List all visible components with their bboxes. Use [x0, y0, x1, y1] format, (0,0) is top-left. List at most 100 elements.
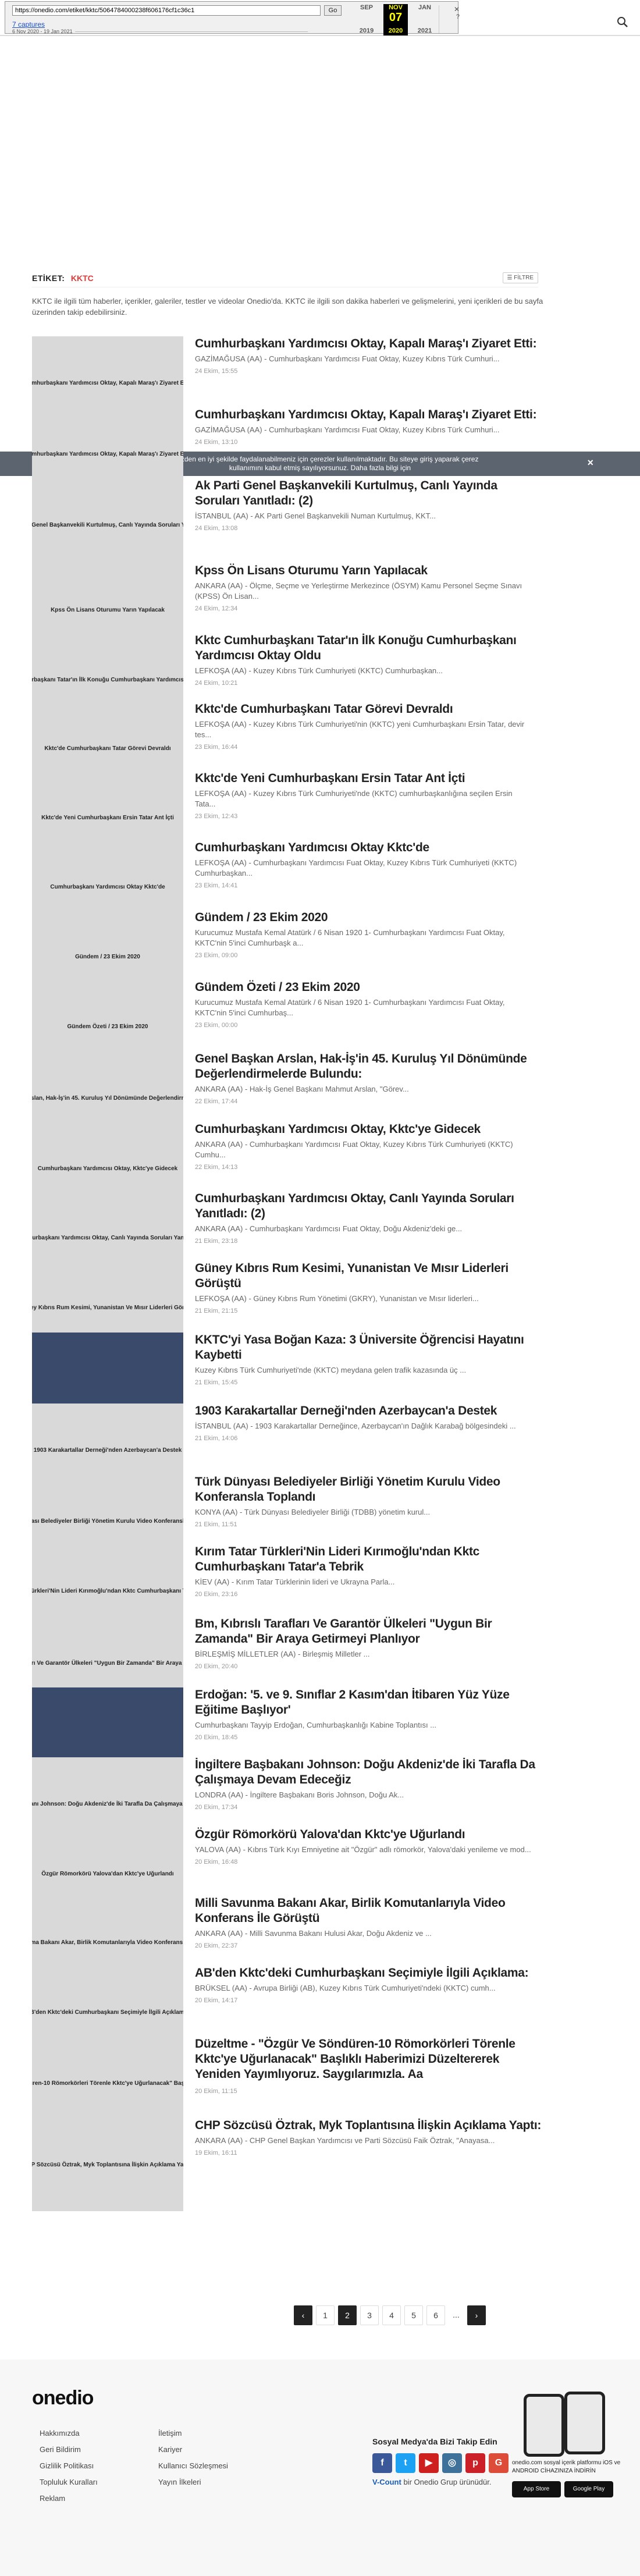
social-title: Sosyal Medya'da Bizi Takip Edin — [372, 2437, 497, 2446]
pagination-page-3[interactable]: 3 — [360, 2305, 379, 2325]
wayback-sparkline[interactable] — [75, 19, 308, 32]
article-summary: ANKARA (AA) - Hak-İş Genel Başkanı Mahmu… — [195, 1085, 409, 1093]
search-icon[interactable] — [617, 16, 628, 31]
article-title[interactable]: Türk Dünyası Belediyeler Birliği Yönetim… — [195, 1474, 544, 1505]
app-store-badge[interactable]: App Store — [512, 2481, 561, 2497]
article-title[interactable]: Milli Savunma Bakanı Akar, Birlik Komuta… — [195, 1896, 544, 1926]
article-summary: YALOVA (AA) - Kıbrıs Türk Kıyı Emniyetin… — [195, 1845, 531, 1854]
wayback-captures-link[interactable]: 7 captures — [12, 20, 45, 29]
wayback-month-next[interactable]: JAN — [413, 4, 437, 11]
article-title[interactable]: Cumhurbaşkanı Yardımcısı Oktay, Canlı Ya… — [195, 1191, 544, 1221]
article-title[interactable]: Cumhurbaşkanı Yardımcısı Oktay, Kapalı M… — [195, 336, 544, 351]
footer-link-editorial[interactable]: Yayın İlkeleri — [158, 2474, 228, 2490]
article-thumbnail[interactable]: CHP Sözcüsü Öztrak, Myk Toplantısına İli… — [32, 2118, 183, 2211]
article-title[interactable]: Erdoğan: '5. ve 9. Sınıflar 2 Kasım'dan … — [195, 1687, 544, 1718]
article-title[interactable]: 1903 Karakartallar Derneği'nden Azerbayc… — [195, 1404, 544, 1419]
article-title[interactable]: Bm, Kıbrıslı Tarafları Ve Garantör Ülkel… — [195, 1616, 544, 1647]
article-title[interactable]: Kktc'de Yeni Cumhurbaşkanı Ersin Tatar A… — [195, 771, 544, 786]
article-date: 23 Ekim, 00:00 — [195, 1022, 238, 1029]
youtube-icon[interactable]: ▶ — [419, 2453, 439, 2473]
ad-space — [0, 36, 640, 228]
wayback-year-prev[interactable]: 2019 — [354, 27, 379, 34]
twitter-icon[interactable]: t — [396, 2453, 415, 2473]
pagination-prev-button[interactable]: ‹ — [294, 2305, 312, 2325]
article-title[interactable]: Özgür Römorkörü Yalova'dan Kktc'ye Uğurl… — [195, 1827, 544, 1842]
footer-link-privacy[interactable]: Gizlilik Politikası — [40, 2458, 98, 2474]
article-date: 20 Ekim, 23:16 — [195, 1591, 238, 1598]
article-date: 19 Ekim, 16:11 — [195, 2149, 237, 2156]
vcount-suffix: bir Onedio Grup ürünüdür. — [403, 2478, 492, 2486]
footer-link-terms[interactable]: Kullanıcı Sözleşmesi — [158, 2458, 228, 2474]
article-date: 21 Ekim, 15:45 — [195, 1379, 238, 1386]
wayback-url-input[interactable] — [12, 5, 321, 16]
pagination-page-2[interactable]: 2 — [338, 2305, 357, 2325]
footer-column-1: Hakkımızda Geri Bildirim Gizlilik Politi… — [40, 2425, 98, 2507]
article-title[interactable]: Gündem Özeti / 23 Ekim 2020 — [195, 980, 544, 995]
google-play-badge[interactable]: Google Play — [564, 2481, 613, 2497]
article-thumbnail[interactable]: Düzeltme - "Özgür Ve Söndüren-10 Römorkö… — [32, 2037, 183, 2130]
footer-logo[interactable]: onedio — [32, 2387, 94, 2410]
filter-button[interactable]: ☰ FİLTRE — [502, 272, 538, 283]
article-date: 24 Ekim, 10:21 — [195, 680, 238, 687]
article-date: 21 Ekim, 14:06 — [195, 1435, 238, 1442]
article-summary: BRÜKSEL (AA) - Avrupa Birliği (AB), Kuze… — [195, 1984, 496, 1992]
article-title[interactable]: Genel Başkan Arslan, Hak-İş'in 45. Kurul… — [195, 1051, 544, 1082]
cookie-close-button[interactable]: × — [587, 457, 593, 468]
article-date: 20 Ekim, 22:37 — [195, 1942, 238, 1949]
wayback-go-button[interactable]: Go — [324, 5, 342, 16]
article-title[interactable]: Cumhurbaşkanı Yardımcısı Oktay, Kktc'ye … — [195, 1122, 544, 1137]
article-title[interactable]: Kktc Cumhurbaşkanı Tatar'ın İlk Konuğu C… — [195, 633, 544, 663]
article-item[interactable]: Düzeltme - "Özgür Ve Söndüren-10 Römorkö… — [32, 2037, 544, 2130]
instagram-icon[interactable]: ◎ — [442, 2453, 462, 2473]
close-icon[interactable]: ✕ — [442, 5, 460, 13]
wayback-toolbar: Go 7 captures 6 Nov 2020 - 19 Jan 2021 S… — [0, 0, 640, 36]
article-summary: LEFKOŞA (AA) - Güney Kıbrıs Rum Yönetimi… — [195, 1294, 479, 1303]
article-title[interactable]: Cumhurbaşkanı Yardımcısı Oktay, Kapalı M… — [195, 407, 544, 422]
wayback-year-next[interactable]: 2021 — [413, 27, 437, 34]
article-title[interactable]: Cumhurbaşkanı Yardımcısı Oktay Kktc'de — [195, 840, 544, 855]
article-title[interactable]: Ak Parti Genel Başkanvekili Kurtulmuş, C… — [195, 478, 544, 509]
article-title[interactable]: Gündem / 23 Ekim 2020 — [195, 910, 544, 925]
pagination-page-1[interactable]: 1 — [316, 2305, 335, 2325]
article-title[interactable]: Güney Kıbrıs Rum Kesimi, Yunanistan Ve M… — [195, 1261, 544, 1291]
article-title[interactable]: Kpss Ön Lisans Oturumu Yarın Yapılacak — [195, 563, 544, 578]
footer-link-contact[interactable]: İletişim — [158, 2425, 228, 2442]
article-summary: Kurucumuz Mustafa Kemal Atatürk / 6 Nisa… — [195, 928, 505, 947]
page: { "wayback": { "url": "https://onedio.co… — [0, 0, 640, 2576]
footer-link-ads[interactable]: Reklam — [40, 2490, 98, 2507]
pinterest-icon[interactable]: p — [465, 2453, 485, 2473]
facebook-icon[interactable]: f — [372, 2453, 392, 2473]
footer-link-careers[interactable]: Kariyer — [158, 2442, 228, 2458]
googleplus-icon[interactable]: G — [489, 2453, 509, 2473]
wayback-month-prev[interactable]: SEP — [354, 4, 379, 11]
article-title[interactable]: AB'den Kktc'deki Cumhurbaşkanı Seçimiyle… — [195, 1966, 544, 1981]
wayback-tools[interactable]: ✕ ? — [439, 5, 460, 33]
pagination-next-button[interactable]: › — [467, 2305, 486, 2325]
article-title[interactable]: Kktc'de Cumhurbaşkanı Tatar Görevi Devra… — [195, 702, 544, 717]
vcount-link[interactable]: V-Count — [372, 2478, 401, 2486]
footer: onedio Hakkımızda Geri Bildirim Gizlilik… — [0, 2360, 640, 2576]
article-title[interactable]: İngiltere Başbakanı Johnson: Doğu Akdeni… — [195, 1757, 544, 1788]
pagination-page-6[interactable]: 6 — [426, 2305, 445, 2325]
footer-link-feedback[interactable]: Geri Bildirim — [40, 2442, 98, 2458]
article-date: 23 Ekim, 09:00 — [195, 952, 238, 959]
pagination-page-4[interactable]: 4 — [382, 2305, 401, 2325]
article-title[interactable]: Düzeltme - "Özgür Ve Söndüren-10 Römorkö… — [195, 2037, 544, 2082]
footer-link-about[interactable]: Hakkımızda — [40, 2425, 98, 2442]
footer-link-community[interactable]: Topluluk Kuralları — [40, 2474, 98, 2490]
footer-column-2: İletişim Kariyer Kullanıcı Sözleşmesi Ya… — [158, 2425, 228, 2490]
article-title[interactable]: CHP Sözcüsü Öztrak, Myk Toplantısına İli… — [195, 2118, 544, 2133]
article-summary: İSTANBUL (AA) - AK Parti Genel Başkanvek… — [195, 511, 436, 520]
pagination-page-5[interactable]: 5 — [404, 2305, 423, 2325]
social-section: Sosyal Medya'da Bizi Takip Edin f t ▶ ◎ p G V… — [372, 2437, 509, 2487]
article-summary: LEFKOŞA (AA) - Cumhurbaşkanı Yardımcısı … — [195, 858, 517, 877]
article-item[interactable]: CHP Sözcüsü Öztrak, Myk Toplantısına İli… — [32, 2118, 544, 2211]
article-date: 22 Ekim, 14:13 — [195, 1164, 238, 1171]
article-title[interactable]: Kırım Tatar Türkleri'Nin Lideri Kırımoğl… — [195, 1544, 544, 1575]
article-summary: LEFKOŞA (AA) - Kuzey Kıbrıs Türk Cumhuri… — [195, 789, 513, 808]
article-thumbnail[interactable]: Ak Parti Genel Başkanvekili Kurtulmuş, C… — [32, 478, 183, 571]
article-summary: Cumhurbaşkanı Tayyip Erdoğan, Cumhurbaşk… — [195, 1721, 437, 1729]
help-icon[interactable]: ? — [442, 13, 460, 20]
article-item[interactable]: Ak Parti Genel Başkanvekili Kurtulmuş, C… — [32, 478, 544, 571]
article-title[interactable]: KKTC'yi Yasa Boğan Kaza: 3 Üniversite Öğ… — [195, 1333, 544, 1363]
